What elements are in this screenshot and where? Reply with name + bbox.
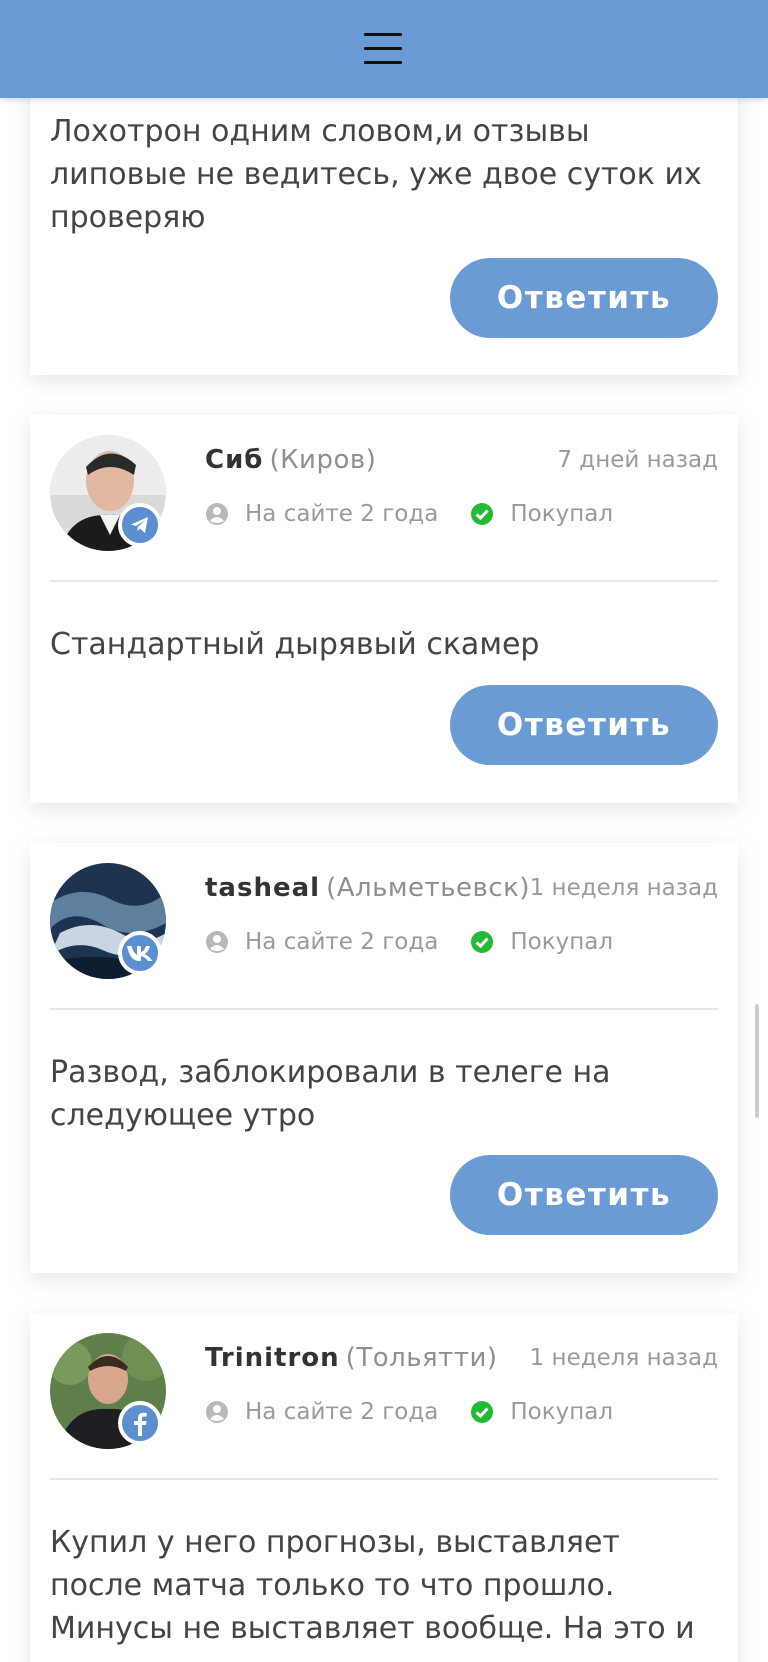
user-icon (206, 503, 228, 525)
buyer-status: Покупал (510, 1399, 614, 1425)
on-site-text: На сайте 2 года (245, 929, 439, 955)
comment-card: tasheal (Альметьевск) 1 неделя назад На с… (30, 843, 738, 1273)
meta-row: На сайте 2 года Покупал (205, 1399, 613, 1425)
buyer-status: Покупал (510, 501, 614, 527)
comment-card: Trinitron (Тольятти) 1 неделя назад На са… (30, 1313, 738, 1662)
divider (50, 1008, 718, 1010)
user-icon (206, 1401, 228, 1423)
reply-button[interactable]: Ответить (450, 258, 718, 338)
on-site-text: На сайте 2 года (245, 501, 439, 527)
comment-card: Лохотрон одним словом,и отзывы липовые н… (30, 60, 738, 375)
author-name-text: Trinitron (205, 1343, 340, 1373)
check-circle-icon (471, 1401, 494, 1423)
top-bar (0, 0, 768, 98)
divider (50, 1478, 718, 1480)
comment-date: 7 дней назад (557, 447, 718, 473)
user-icon (206, 931, 228, 953)
check-circle-icon (471, 931, 494, 953)
comment-text: Развод, заблокировали в телеге на следую… (50, 1055, 611, 1133)
on-site-text: На сайте 2 года (245, 1399, 439, 1425)
buyer-status: Покупал (510, 929, 614, 955)
author-name: tasheal (Альметьевск) (205, 873, 530, 903)
comment-date: 1 неделя назад (529, 1345, 718, 1371)
comment-text: Стандартный дырявый скамер (50, 627, 540, 662)
author-name-text: Сиб (205, 445, 264, 475)
hamburger-menu-icon[interactable] (362, 31, 404, 65)
author-name-text: tasheal (205, 873, 321, 903)
author-city: (Тольятти) (345, 1343, 498, 1373)
facebook-icon (118, 1401, 162, 1445)
divider (50, 580, 718, 582)
author-name: Сиб (Киров) (205, 445, 376, 475)
comment-date: 1 неделя назад (529, 875, 718, 901)
author-city: (Киров) (269, 445, 377, 475)
scrollbar[interactable] (755, 1004, 759, 1118)
author-name: Trinitron (Тольятти) (205, 1343, 498, 1373)
meta-row: На сайте 2 года Покупал (205, 929, 613, 955)
reply-button[interactable]: Ответить (450, 1155, 718, 1235)
meta-row: На сайте 2 года Покупал (205, 501, 613, 527)
comment-text: Лохотрон одним словом,и отзывы липовые н… (50, 114, 702, 235)
telegram-icon (118, 503, 162, 547)
author-city: (Альметьевск) (326, 873, 530, 903)
comment-card: Сиб (Киров) 7 дней назад На сайте 2 года … (30, 415, 738, 803)
comment-text: Купил у него прогнозы, выставляет после … (50, 1525, 695, 1662)
check-circle-icon (471, 503, 494, 525)
vk-icon (118, 931, 162, 975)
reply-button[interactable]: Ответить (450, 685, 718, 765)
